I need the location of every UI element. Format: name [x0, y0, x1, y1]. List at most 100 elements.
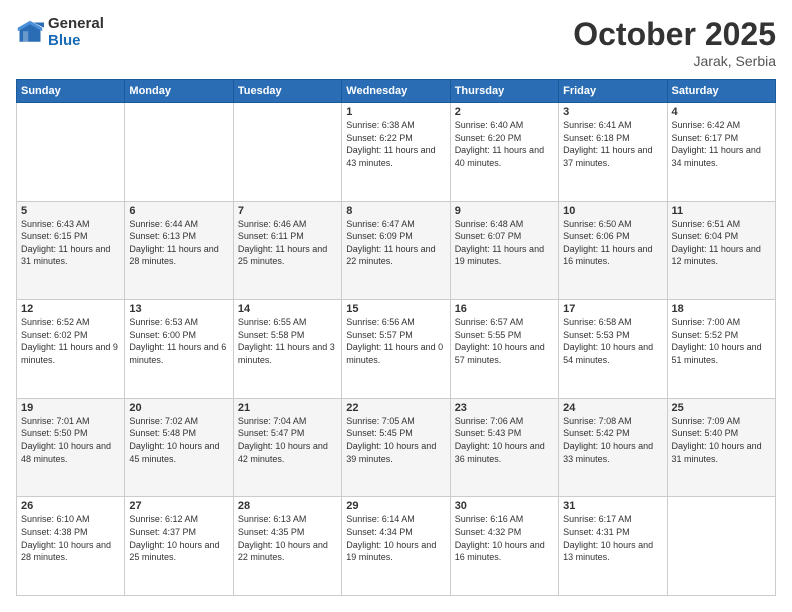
day-info: Sunrise: 6:14 AM Sunset: 4:34 PM Dayligh…	[346, 513, 445, 563]
sunrise-text: Sunrise: 6:38 AM	[346, 120, 415, 130]
day-number: 3	[563, 106, 662, 118]
sunset-text: Sunset: 6:11 PM	[238, 231, 304, 241]
sunset-text: Sunset: 6:06 PM	[563, 231, 630, 241]
day-cell-3-0: 19 Sunrise: 7:01 AM Sunset: 5:50 PM Dayl…	[17, 398, 125, 497]
sunrise-text: Sunrise: 6:14 AM	[346, 514, 415, 524]
sunrise-text: Sunrise: 7:06 AM	[455, 416, 524, 426]
day-number: 11	[672, 205, 771, 217]
sunset-text: Sunset: 6:22 PM	[346, 133, 413, 143]
day-info: Sunrise: 6:40 AM Sunset: 6:20 PM Dayligh…	[455, 119, 554, 169]
sunrise-text: Sunrise: 7:04 AM	[238, 416, 307, 426]
day-number: 20	[129, 402, 228, 414]
day-cell-0-2	[233, 103, 341, 202]
day-number: 2	[455, 106, 554, 118]
daylight-text: Daylight: 11 hours and 9 minutes.	[21, 342, 118, 365]
day-cell-0-5: 3 Sunrise: 6:41 AM Sunset: 6:18 PM Dayli…	[559, 103, 667, 202]
month-title: October 2025	[573, 16, 776, 53]
sunset-text: Sunset: 4:37 PM	[129, 527, 196, 537]
day-cell-0-6: 4 Sunrise: 6:42 AM Sunset: 6:17 PM Dayli…	[667, 103, 775, 202]
sunset-text: Sunset: 5:47 PM	[238, 428, 305, 438]
daylight-text: Daylight: 10 hours and 31 minutes.	[672, 441, 762, 464]
day-cell-4-6	[667, 497, 775, 596]
day-cell-1-1: 6 Sunrise: 6:44 AM Sunset: 6:13 PM Dayli…	[125, 201, 233, 300]
sunrise-text: Sunrise: 6:46 AM	[238, 219, 307, 229]
day-number: 24	[563, 402, 662, 414]
sunset-text: Sunset: 5:45 PM	[346, 428, 413, 438]
day-cell-1-4: 9 Sunrise: 6:48 AM Sunset: 6:07 PM Dayli…	[450, 201, 558, 300]
day-number: 29	[346, 500, 445, 512]
day-cell-3-3: 22 Sunrise: 7:05 AM Sunset: 5:45 PM Dayl…	[342, 398, 450, 497]
day-info: Sunrise: 6:42 AM Sunset: 6:17 PM Dayligh…	[672, 119, 771, 169]
day-info: Sunrise: 7:06 AM Sunset: 5:43 PM Dayligh…	[455, 415, 554, 465]
day-info: Sunrise: 7:05 AM Sunset: 5:45 PM Dayligh…	[346, 415, 445, 465]
day-number: 28	[238, 500, 337, 512]
sunrise-text: Sunrise: 7:00 AM	[672, 317, 741, 327]
day-number: 12	[21, 303, 120, 315]
sunset-text: Sunset: 6:13 PM	[129, 231, 196, 241]
sunset-text: Sunset: 6:02 PM	[21, 330, 88, 340]
daylight-text: Daylight: 11 hours and 40 minutes.	[455, 145, 544, 168]
daylight-text: Daylight: 11 hours and 3 minutes.	[238, 342, 335, 365]
day-cell-4-3: 29 Sunrise: 6:14 AM Sunset: 4:34 PM Dayl…	[342, 497, 450, 596]
sunset-text: Sunset: 4:38 PM	[21, 527, 88, 537]
day-number: 25	[672, 402, 771, 414]
friday-header: Friday	[559, 80, 667, 103]
sunrise-text: Sunrise: 6:17 AM	[563, 514, 632, 524]
sunrise-text: Sunrise: 6:56 AM	[346, 317, 415, 327]
sunrise-text: Sunrise: 6:57 AM	[455, 317, 524, 327]
day-info: Sunrise: 7:02 AM Sunset: 5:48 PM Dayligh…	[129, 415, 228, 465]
sunrise-text: Sunrise: 6:13 AM	[238, 514, 307, 524]
calendar-table: Sunday Monday Tuesday Wednesday Thursday…	[16, 79, 776, 596]
monday-header: Monday	[125, 80, 233, 103]
day-cell-3-5: 24 Sunrise: 7:08 AM Sunset: 5:42 PM Dayl…	[559, 398, 667, 497]
day-cell-2-5: 17 Sunrise: 6:58 AM Sunset: 5:53 PM Dayl…	[559, 300, 667, 399]
sunrise-text: Sunrise: 6:10 AM	[21, 514, 90, 524]
sunrise-text: Sunrise: 7:09 AM	[672, 416, 741, 426]
day-info: Sunrise: 6:55 AM Sunset: 5:58 PM Dayligh…	[238, 316, 337, 366]
sunset-text: Sunset: 6:15 PM	[21, 231, 88, 241]
weekday-row: Sunday Monday Tuesday Wednesday Thursday…	[17, 80, 776, 103]
day-info: Sunrise: 6:17 AM Sunset: 4:31 PM Dayligh…	[563, 513, 662, 563]
day-info: Sunrise: 6:13 AM Sunset: 4:35 PM Dayligh…	[238, 513, 337, 563]
header: General Blue October 2025 Jarak, Serbia	[16, 16, 776, 69]
day-info: Sunrise: 6:52 AM Sunset: 6:02 PM Dayligh…	[21, 316, 120, 366]
day-cell-2-3: 15 Sunrise: 6:56 AM Sunset: 5:57 PM Dayl…	[342, 300, 450, 399]
day-info: Sunrise: 6:41 AM Sunset: 6:18 PM Dayligh…	[563, 119, 662, 169]
day-cell-3-6: 25 Sunrise: 7:09 AM Sunset: 5:40 PM Dayl…	[667, 398, 775, 497]
day-cell-4-0: 26 Sunrise: 6:10 AM Sunset: 4:38 PM Dayl…	[17, 497, 125, 596]
day-info: Sunrise: 6:10 AM Sunset: 4:38 PM Dayligh…	[21, 513, 120, 563]
daylight-text: Daylight: 10 hours and 25 minutes.	[129, 540, 219, 563]
daylight-text: Daylight: 11 hours and 12 minutes.	[672, 244, 761, 267]
sunset-text: Sunset: 4:34 PM	[346, 527, 413, 537]
day-number: 5	[21, 205, 120, 217]
calendar-body: 1 Sunrise: 6:38 AM Sunset: 6:22 PM Dayli…	[17, 103, 776, 596]
day-number: 17	[563, 303, 662, 315]
sunset-text: Sunset: 4:35 PM	[238, 527, 305, 537]
location: Jarak, Serbia	[573, 53, 776, 69]
day-cell-4-5: 31 Sunrise: 6:17 AM Sunset: 4:31 PM Dayl…	[559, 497, 667, 596]
daylight-text: Daylight: 10 hours and 16 minutes.	[455, 540, 545, 563]
sunset-text: Sunset: 5:48 PM	[129, 428, 196, 438]
sunrise-text: Sunrise: 6:47 AM	[346, 219, 415, 229]
day-number: 7	[238, 205, 337, 217]
daylight-text: Daylight: 11 hours and 37 minutes.	[563, 145, 652, 168]
thursday-header: Thursday	[450, 80, 558, 103]
daylight-text: Daylight: 10 hours and 19 minutes.	[346, 540, 436, 563]
day-cell-2-4: 16 Sunrise: 6:57 AM Sunset: 5:55 PM Dayl…	[450, 300, 558, 399]
day-info: Sunrise: 7:00 AM Sunset: 5:52 PM Dayligh…	[672, 316, 771, 366]
sunset-text: Sunset: 6:18 PM	[563, 133, 630, 143]
week-row-0: 1 Sunrise: 6:38 AM Sunset: 6:22 PM Dayli…	[17, 103, 776, 202]
daylight-text: Daylight: 10 hours and 51 minutes.	[672, 342, 762, 365]
daylight-text: Daylight: 10 hours and 28 minutes.	[21, 540, 111, 563]
day-cell-1-6: 11 Sunrise: 6:51 AM Sunset: 6:04 PM Dayl…	[667, 201, 775, 300]
title-block: October 2025 Jarak, Serbia	[573, 16, 776, 69]
sunrise-text: Sunrise: 6:40 AM	[455, 120, 524, 130]
day-cell-2-2: 14 Sunrise: 6:55 AM Sunset: 5:58 PM Dayl…	[233, 300, 341, 399]
day-cell-3-4: 23 Sunrise: 7:06 AM Sunset: 5:43 PM Dayl…	[450, 398, 558, 497]
daylight-text: Daylight: 10 hours and 13 minutes.	[563, 540, 653, 563]
day-info: Sunrise: 6:16 AM Sunset: 4:32 PM Dayligh…	[455, 513, 554, 563]
day-info: Sunrise: 6:56 AM Sunset: 5:57 PM Dayligh…	[346, 316, 445, 366]
sunrise-text: Sunrise: 6:58 AM	[563, 317, 632, 327]
sunset-text: Sunset: 5:57 PM	[346, 330, 413, 340]
sunrise-text: Sunrise: 6:48 AM	[455, 219, 524, 229]
